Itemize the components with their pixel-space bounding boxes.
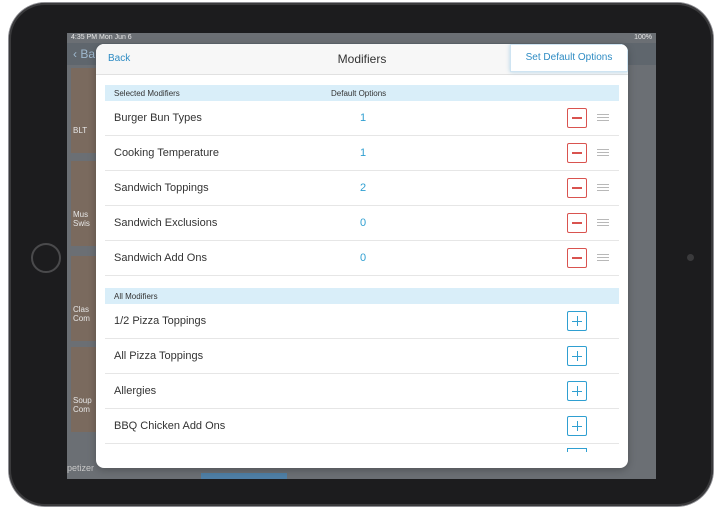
background-tile-label: Soup Com xyxy=(73,396,92,414)
selected-modifier-row[interactable]: Sandwich Exclusions 0 xyxy=(105,206,619,241)
available-modifier-row[interactable]: BBQ Chicken Add Ons xyxy=(105,409,619,444)
background-menu-tile: Soup Com xyxy=(71,347,97,432)
default-options-count[interactable]: 1 xyxy=(355,147,371,159)
modal-header: Back Modifiers Set Default Options xyxy=(96,44,628,75)
available-modifier-row[interactable]: All Pizza Toppings xyxy=(105,339,619,374)
remove-modifier-button[interactable] xyxy=(567,178,587,198)
all-modifiers-header: All Modifiers xyxy=(105,288,619,304)
background-menu-tile: Clas Com xyxy=(71,256,97,341)
modifier-name: Sandwich Add Ons xyxy=(114,252,207,264)
add-modifier-button[interactable] xyxy=(567,346,587,366)
available-modifier-row[interactable]: Allergies xyxy=(105,374,619,409)
selected-modifiers-header: Selected Modifiers Default Options xyxy=(105,85,619,101)
modifier-name: Allergies xyxy=(114,385,157,397)
drag-handle-icon[interactable] xyxy=(597,114,609,122)
status-battery: 100% xyxy=(634,34,652,41)
default-options-count[interactable]: 1 xyxy=(355,112,371,124)
modifiers-modal: Back Modifiers Set Default Options Selec… xyxy=(96,44,628,468)
available-modifier-row[interactable]: 1/2 Pizza Toppings xyxy=(105,304,619,339)
default-options-count[interactable]: 0 xyxy=(355,217,371,229)
background-tile-label: Clas Com xyxy=(73,305,90,323)
modifier-name: All Pizza Toppings xyxy=(114,350,204,362)
selected-modifier-row[interactable]: Burger Bun Types 1 xyxy=(105,101,619,136)
selected-modifier-row[interactable]: Cooking Temperature 1 xyxy=(105,136,619,171)
modifier-name: Sandwich Exclusions xyxy=(114,217,218,229)
modifier-name: BBQ Chicken Add Ons xyxy=(114,420,226,432)
background-menu-tile: BLT xyxy=(71,68,97,153)
drag-handle-icon[interactable] xyxy=(597,254,609,262)
set-default-options-button[interactable]: Set Default Options xyxy=(510,44,628,72)
home-button[interactable] xyxy=(31,243,61,273)
drag-handle-icon[interactable] xyxy=(597,219,609,227)
drag-handle-icon[interactable] xyxy=(597,184,609,192)
status-bar: 4:35 PM Mon Jun 6 100% xyxy=(67,33,656,43)
status-time: 4:35 PM Mon Jun 6 xyxy=(71,34,132,41)
selected-modifier-row[interactable]: Sandwich Add Ons 0 xyxy=(105,241,619,276)
remove-modifier-button[interactable] xyxy=(567,213,587,233)
add-modifier-button[interactable] xyxy=(567,381,587,401)
background-tile-label: Mus Swis xyxy=(73,210,90,228)
modifiers-content: Selected Modifiers Default Options Burge… xyxy=(105,85,619,452)
all-modifiers-heading: All Modifiers xyxy=(114,292,158,301)
default-options-count[interactable]: 2 xyxy=(355,182,371,194)
remove-modifier-button[interactable] xyxy=(567,248,587,268)
remove-modifier-button[interactable] xyxy=(567,108,587,128)
background-footer-tab xyxy=(201,473,287,479)
background-back-button: ‹ Ba xyxy=(73,47,96,61)
remove-modifier-button[interactable] xyxy=(567,143,587,163)
modifier-name: Cooking Temperature xyxy=(114,147,219,159)
background-menu-tile: Mus Swis xyxy=(71,161,97,246)
modifier-name: Burger Bun Types xyxy=(114,112,202,124)
camera-dot xyxy=(687,254,694,261)
drag-handle-icon[interactable] xyxy=(597,149,609,157)
default-options-count[interactable]: 0 xyxy=(355,252,371,264)
add-modifier-button[interactable] xyxy=(567,311,587,331)
add-modifier-button[interactable] xyxy=(567,416,587,436)
selected-modifier-row[interactable]: Sandwich Toppings 2 xyxy=(105,171,619,206)
selected-modifiers-heading: Selected Modifiers xyxy=(114,89,180,98)
background-tile-label: BLT xyxy=(73,126,88,135)
modifier-name: 1/2 Pizza Toppings xyxy=(114,315,207,327)
background-category-label: petizer xyxy=(67,463,95,473)
add-modifier-button-partial[interactable] xyxy=(567,448,587,452)
modifier-name: Sandwich Toppings xyxy=(114,182,209,194)
default-options-heading: Default Options xyxy=(331,89,387,98)
available-modifier-row-partial xyxy=(105,444,619,452)
